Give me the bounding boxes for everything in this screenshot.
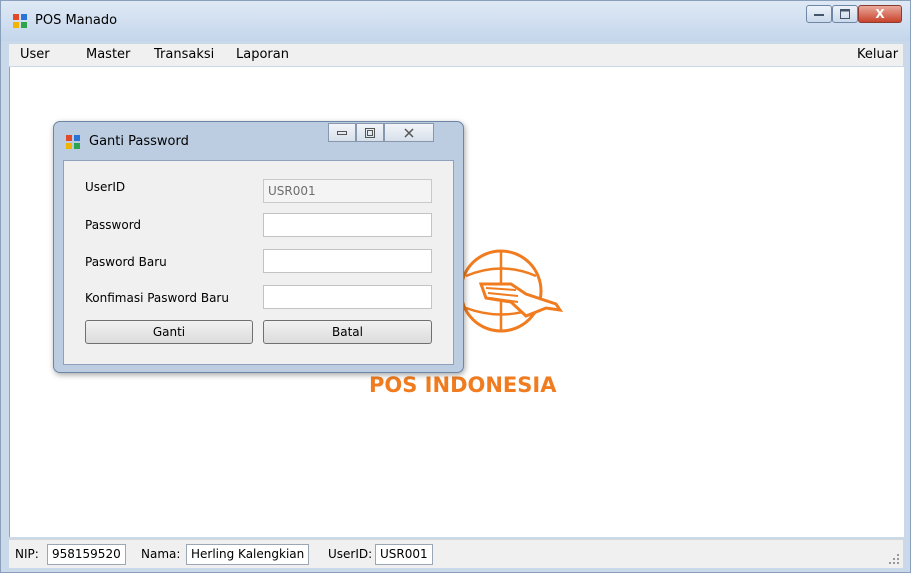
menu-bar: User Master Transaksi Laporan Keluar — [9, 44, 903, 66]
maximize-icon — [365, 127, 375, 138]
dialog-minimize-button[interactable] — [328, 123, 356, 142]
nama-value: Herling Kalengkian — [186, 544, 310, 565]
dialog-title: Ganti Password — [89, 134, 189, 149]
ganti-button[interactable]: Ganti — [85, 320, 253, 344]
userid-label: UserID — [85, 180, 126, 194]
maximize-button[interactable] — [832, 5, 858, 23]
batal-button[interactable]: Batal — [263, 320, 432, 344]
close-button[interactable]: X — [858, 5, 902, 23]
title-bar[interactable]: POS Manado X — [1, 1, 910, 41]
dialog-app-icon — [66, 135, 80, 149]
dialog-body: UserID Password Pasword Baru Konfimasi P… — [63, 160, 454, 365]
confirm-password-label: Konfimasi Pasword Baru — [85, 291, 229, 305]
window-controls: X — [806, 5, 902, 25]
new-password-field[interactable] — [263, 249, 432, 273]
menu-keluar[interactable]: Keluar — [857, 47, 898, 62]
nip-label: NIP: — [15, 547, 39, 561]
userid-status-label: UserID: — [328, 547, 373, 561]
userid-status-value: USR001 — [375, 544, 433, 565]
close-icon: X — [875, 7, 885, 21]
main-window: POS Manado X User Master Transaksi Lapor… — [0, 0, 911, 573]
password-label: Password — [85, 218, 142, 232]
nip-value: 958159520 — [47, 544, 126, 565]
resize-grip-icon[interactable] — [889, 554, 899, 564]
minimize-icon — [814, 14, 824, 16]
new-password-label: Pasword Baru — [85, 255, 167, 269]
password-field[interactable] — [263, 213, 432, 237]
status-bar: NIP: 958159520 Nama: Herling Kalengkian … — [9, 539, 903, 568]
confirm-password-field[interactable] — [263, 285, 432, 309]
pos-indonesia-logo — [459, 249, 564, 333]
menu-user[interactable]: User — [20, 47, 50, 62]
minimize-icon — [337, 130, 347, 135]
window-title: POS Manado — [35, 13, 118, 28]
close-icon — [404, 127, 414, 138]
logo-text: POS INDONESIA — [369, 373, 557, 397]
dialog-controls — [328, 123, 434, 143]
menu-laporan[interactable]: Laporan — [236, 47, 289, 62]
change-password-dialog: Ganti Password UserID Password Pasword B… — [53, 121, 464, 373]
userid-field — [263, 179, 432, 203]
dialog-close-button[interactable] — [384, 123, 434, 142]
nama-label: Nama: — [141, 547, 181, 561]
menu-master[interactable]: Master — [86, 47, 130, 62]
dialog-maximize-button[interactable] — [356, 123, 384, 142]
menu-transaksi[interactable]: Transaksi — [154, 47, 214, 62]
maximize-icon — [840, 9, 850, 19]
minimize-button[interactable] — [806, 5, 832, 23]
app-icon — [13, 14, 27, 28]
